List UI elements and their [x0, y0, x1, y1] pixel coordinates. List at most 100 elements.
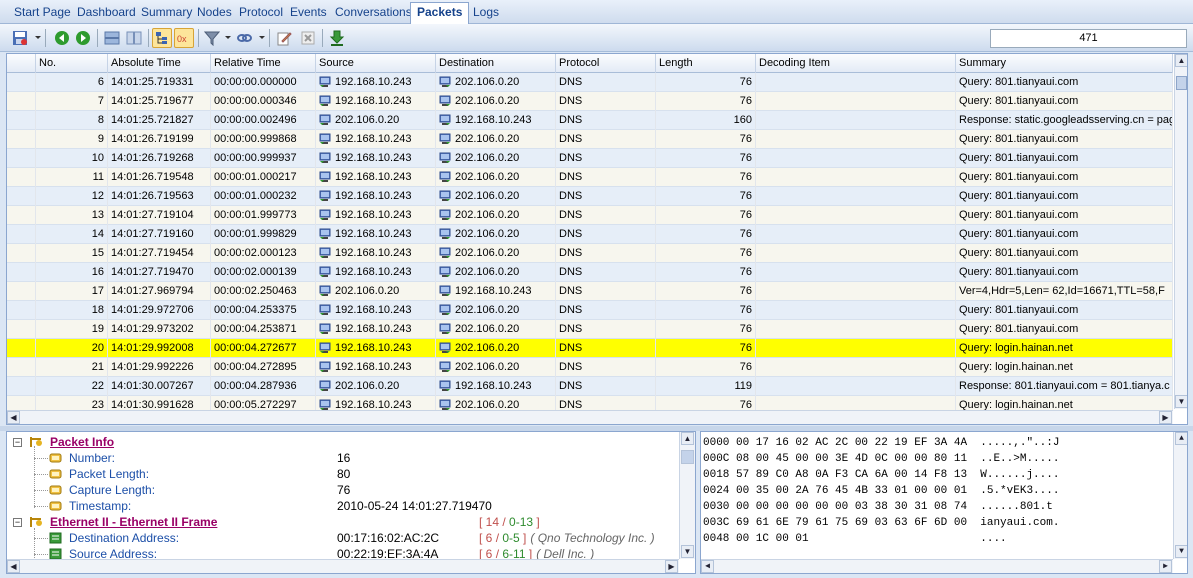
scroll-down-icon[interactable]: ▼ — [1175, 395, 1187, 408]
table-row[interactable]: 21 14:01:29.992226 00:00:04.272895 192.168.… — [7, 358, 1173, 377]
cell-abs: 14:01:27.719104 — [108, 206, 211, 225]
packet-list-horizontal-scrollbar[interactable]: ◀ ▶ — [7, 410, 1173, 424]
tab-protocol[interactable]: Protocol — [233, 3, 289, 22]
filter-icon[interactable] — [202, 28, 222, 48]
save-icon[interactable] — [10, 28, 30, 48]
scroll-thumb[interactable] — [1176, 76, 1187, 90]
table-row[interactable]: 8 14:01:25.721827 00:00:00.002496 202.106.0… — [7, 111, 1173, 130]
cell-len-text: 76 — [739, 266, 752, 278]
packet-info-collapse-icon[interactable]: − — [13, 438, 22, 447]
cell-dst-text: 202.106.0.20 — [455, 95, 520, 107]
tab-summary[interactable]: Summary — [135, 3, 198, 22]
forward-icon[interactable] — [73, 28, 93, 48]
destination-host-icon — [439, 399, 451, 410]
tree-connector — [34, 474, 48, 475]
scroll-right-icon[interactable]: ▶ — [1159, 560, 1172, 573]
columns-icon[interactable] — [124, 28, 144, 48]
scroll-down-icon[interactable]: ▼ — [1175, 545, 1187, 558]
hex-horizontal-scrollbar[interactable]: ◀ ▶ — [701, 559, 1173, 573]
vendor-comment: ( Qno Technology Inc. ) — [530, 531, 655, 545]
table-row[interactable]: 15 14:01:27.719454 00:00:02.000123 192.168.… — [7, 244, 1173, 263]
hex-dump-pane: 0000 00 17 16 02 AC 2C 00 22 19 EF 3A 4A… — [700, 431, 1188, 574]
table-row[interactable]: 10 14:01:26.719268 00:00:00.999937 192.168.… — [7, 149, 1173, 168]
tab-start-page[interactable]: Start Page — [8, 3, 77, 22]
ethernet-collapse-icon[interactable]: − — [13, 518, 22, 527]
scroll-left-icon[interactable]: ◀ — [701, 560, 714, 573]
packet-info-header[interactable]: Packet Info — [50, 434, 114, 450]
link-icon[interactable] — [234, 28, 254, 48]
download-icon[interactable] — [327, 28, 347, 48]
scroll-right-icon[interactable]: ▶ — [665, 560, 678, 573]
scroll-left-icon[interactable]: ◀ — [7, 411, 20, 424]
column-header-protocol[interactable]: Protocol — [556, 54, 656, 73]
table-row[interactable]: 17 14:01:27.969794 00:00:02.250463 202.106.… — [7, 282, 1173, 301]
delete-icon[interactable] — [298, 28, 318, 48]
scroll-up-icon[interactable]: ▲ — [1175, 54, 1187, 67]
cell-summary: Response: static.googleadsserving.cn = p… — [956, 111, 1173, 130]
cell-src-text: 192.168.10.243 — [335, 95, 412, 107]
table-row[interactable]: 7 14:01:25.719677 00:00:00.000346 192.168.1… — [7, 92, 1173, 111]
link-dropdown-arrow[interactable] — [259, 36, 265, 39]
hex-vertical-scrollbar[interactable]: ▲ ▼ — [1173, 432, 1187, 559]
table-row[interactable]: 12 14:01:26.719563 00:00:01.000232 192.168.… — [7, 187, 1173, 206]
scroll-left-icon[interactable]: ◀ — [7, 560, 20, 573]
tree-vertical-scrollbar[interactable]: ▲ ▼ — [679, 432, 695, 559]
column-header-relative-time[interactable]: Relative Time — [211, 54, 316, 73]
field-label[interactable]: Destination Address: — [69, 530, 179, 546]
hex-line: 003C 69 61 6E 79 61 75 69 03 63 6F 6D 00… — [703, 517, 1060, 529]
table-row[interactable]: 11 14:01:26.719548 00:00:01.000217 192.168.… — [7, 168, 1173, 187]
scroll-thumb[interactable] — [681, 450, 694, 464]
field-label[interactable]: Packet Length: — [69, 466, 149, 482]
cell-abs-text: 14:01:27.969794 — [111, 285, 194, 297]
table-row[interactable]: 6 14:01:25.719331 00:00:00.000000 192.168.1… — [7, 73, 1173, 92]
tab-packets[interactable]: Packets — [410, 2, 470, 24]
back-icon[interactable] — [52, 28, 72, 48]
layout-icon[interactable] — [102, 28, 122, 48]
field-label[interactable]: Timestamp: — [69, 498, 131, 514]
packet-count-field[interactable]: 471 — [990, 29, 1187, 48]
table-row[interactable]: 20 14:01:29.992008 00:00:04.272677 192.168.… — [7, 339, 1173, 358]
filter-dropdown-arrow[interactable] — [225, 36, 231, 39]
cell-summary-text: Query: 801.tianyaui.com — [959, 228, 1079, 240]
cell-len: 76 — [656, 149, 756, 168]
cell-no-text: 7 — [97, 95, 104, 107]
table-row[interactable]: 19 14:01:29.973202 00:00:04.253871 192.168.… — [7, 320, 1173, 339]
edit-icon[interactable] — [274, 28, 294, 48]
table-row[interactable]: 18 14:01:29.972706 00:00:04.253375 192.168.… — [7, 301, 1173, 320]
hex-view-icon[interactable]: 0x — [174, 28, 194, 48]
column-header-absolute-time[interactable]: Absolute Time — [108, 54, 211, 73]
cell-rel-text: 00:00:04.272677 — [214, 342, 297, 354]
scroll-up-icon[interactable]: ▲ — [681, 432, 694, 445]
scroll-down-icon[interactable]: ▼ — [681, 545, 694, 558]
column-header-no[interactable]: No. — [36, 54, 108, 73]
column-header-length[interactable]: Length — [656, 54, 756, 73]
column-header-destination[interactable]: Destination — [436, 54, 556, 73]
scroll-up-icon[interactable]: ▲ — [1175, 432, 1187, 445]
table-row[interactable]: 14 14:01:27.719160 00:00:01.999829 192.168.… — [7, 225, 1173, 244]
tab-logs[interactable]: Logs — [467, 3, 505, 22]
tree-connector — [34, 490, 48, 491]
tab-dashboard[interactable]: Dashboard — [71, 3, 142, 22]
table-row[interactable]: 9 14:01:26.719199 00:00:00.999868 192.168.1… — [7, 130, 1173, 149]
tree-horizontal-scrollbar[interactable]: ◀ ▶ — [7, 559, 679, 573]
column-header-summary[interactable]: Summary — [956, 54, 1173, 73]
field-label[interactable]: Capture Length: — [69, 482, 155, 498]
cell-abs-text: 14:01:25.721827 — [111, 114, 194, 126]
cell-rel-text: 00:00:01.999829 — [214, 228, 297, 240]
ethernet-header[interactable]: Ethernet II - Ethernet II Frame — [50, 514, 217, 530]
column-header-decoding-item[interactable]: Decoding Item — [756, 54, 956, 73]
tab-conversations[interactable]: Conversations — [329, 3, 418, 22]
field-label[interactable]: Number: — [69, 450, 115, 466]
save-dropdown-arrow[interactable] — [35, 36, 41, 39]
table-row[interactable]: 13 14:01:27.719104 00:00:01.999773 192.168.… — [7, 206, 1173, 225]
destination-host-icon — [439, 361, 451, 372]
packet-list-vertical-scrollbar[interactable]: ▲ ▼ — [1174, 54, 1187, 409]
tab-events[interactable]: Events — [284, 3, 333, 22]
tab-nodes[interactable]: Nodes — [191, 3, 238, 22]
column-header-blank[interactable] — [7, 54, 36, 73]
table-row[interactable]: 16 14:01:27.719470 00:00:02.000139 192.168.… — [7, 263, 1173, 282]
column-header-source[interactable]: Source — [316, 54, 436, 73]
table-row[interactable]: 22 14:01:30.007267 00:00:04.287936 202.106.… — [7, 377, 1173, 396]
scroll-right-icon[interactable]: ▶ — [1159, 411, 1172, 424]
tree-view-icon[interactable] — [152, 28, 172, 48]
